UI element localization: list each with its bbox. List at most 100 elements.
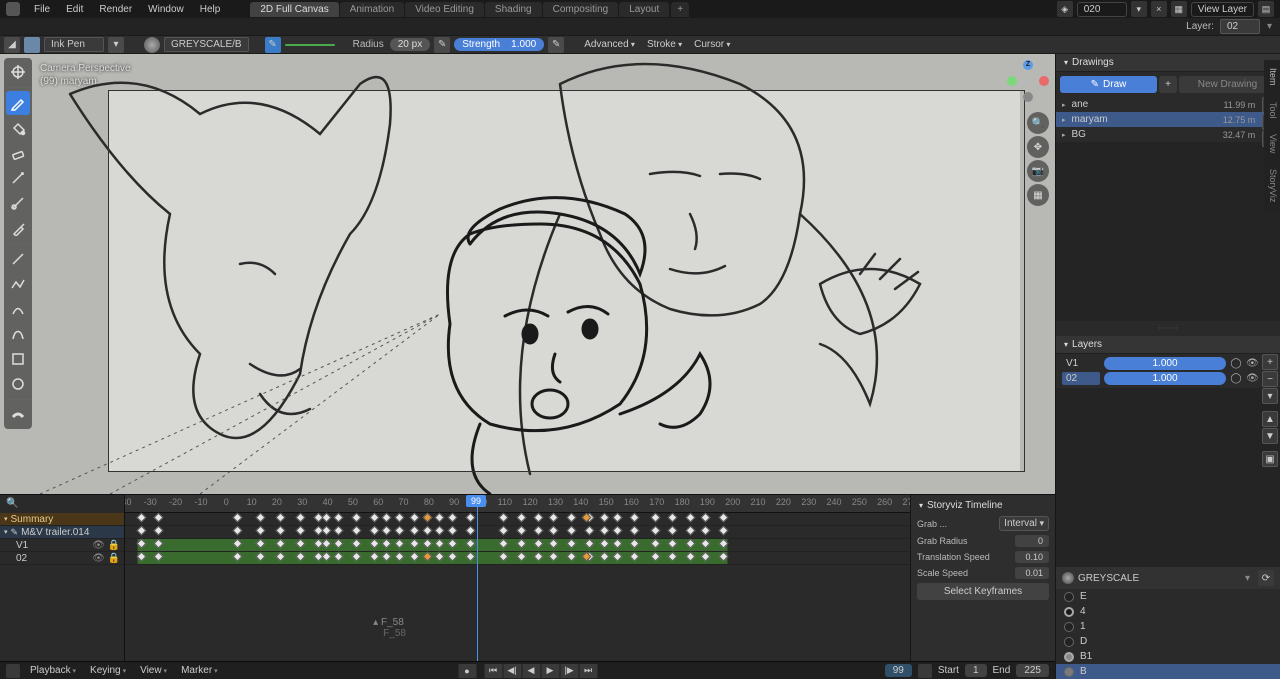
strength-slider[interactable]: Strength1.000 [454, 38, 544, 51]
layer-up-icon[interactable]: ▲ [1262, 411, 1278, 427]
viewport-3d[interactable]: Camera Perspective (99) maryam [0, 54, 1055, 494]
keyframe[interactable] [136, 513, 146, 523]
keyframe[interactable] [567, 526, 577, 536]
keyframe[interactable] [668, 513, 678, 523]
timeline-tracks-area[interactable]: -40-30-20-100102030405060708090100110120… [125, 495, 910, 661]
material-ball-icon[interactable] [144, 37, 160, 53]
keyframe[interactable] [719, 526, 729, 536]
camera-view-icon[interactable]: 📷 [1027, 160, 1049, 182]
keyframe[interactable] [351, 539, 361, 549]
arc-tool[interactable] [6, 297, 30, 321]
draw-tool[interactable] [6, 91, 30, 115]
keyframe[interactable] [448, 513, 458, 523]
keyframe[interactable] [382, 552, 392, 562]
storyviz-header[interactable]: Storyviz Timeline [913, 497, 1053, 514]
keyframe[interactable] [465, 552, 475, 562]
material-select-row[interactable]: GREYSCALE ▾ ⟳ [1056, 567, 1280, 589]
keyframe[interactable] [567, 513, 577, 523]
keyframe[interactable] [136, 539, 146, 549]
cursor-dropdown[interactable]: Cursor [690, 38, 734, 51]
view-layer-field[interactable]: View Layer [1191, 2, 1254, 17]
keyframe[interactable] [600, 552, 610, 562]
keyframe[interactable] [668, 552, 678, 562]
material-E[interactable]: E [1056, 589, 1280, 604]
keyframe[interactable] [498, 526, 508, 536]
scene-delete-icon[interactable]: × [1151, 1, 1167, 17]
keyframe[interactable] [255, 526, 265, 536]
keyframe[interactable] [630, 552, 640, 562]
playhead[interactable]: 99 [477, 495, 478, 661]
cursor-tool[interactable] [6, 60, 30, 84]
keyframe[interactable] [275, 552, 285, 562]
keyframe[interactable] [549, 526, 559, 536]
keyframe[interactable] [154, 526, 164, 536]
playback-menu[interactable]: Playback [26, 664, 80, 677]
view-menu[interactable]: View [136, 664, 171, 677]
drawing-item-ane[interactable]: ▸ane11.99 m👁 [1056, 97, 1280, 112]
keyframe[interactable] [701, 539, 711, 549]
keyframe[interactable] [351, 513, 361, 523]
keyframe[interactable] [612, 513, 622, 523]
box-tool[interactable] [6, 347, 30, 371]
keyframe[interactable] [321, 552, 331, 562]
interval-select[interactable]: Interval ▾ [999, 516, 1049, 531]
material-B1[interactable]: B1 [1056, 649, 1280, 664]
keyframe[interactable] [600, 539, 610, 549]
workspace-tab-layout[interactable]: Layout [619, 2, 669, 17]
keyframe[interactable] [465, 539, 475, 549]
jump-end-button[interactable]: ⏭ [579, 664, 597, 678]
keyframe[interactable] [410, 513, 420, 523]
keyframe[interactable] [382, 513, 392, 523]
keyframe[interactable] [369, 552, 379, 562]
keyframe[interactable] [686, 539, 696, 549]
prev-keyframe-button[interactable]: ◀| [503, 664, 521, 678]
keyframe[interactable] [612, 539, 622, 549]
keyframe[interactable] [668, 526, 678, 536]
color-swatch[interactable] [285, 44, 335, 46]
keyframe[interactable] [719, 552, 729, 562]
layers-panel-header[interactable]: Layers [1056, 336, 1280, 354]
add-drawing-button[interactable]: + [1159, 76, 1177, 93]
keyframe[interactable] [650, 552, 660, 562]
menu-render[interactable]: Render [91, 2, 140, 17]
axis-y-icon[interactable] [1007, 76, 1017, 86]
keyframe[interactable] [719, 539, 729, 549]
keyframe[interactable] [232, 539, 242, 549]
keyframe[interactable] [534, 552, 544, 562]
drawings-panel-header[interactable]: Drawings [1056, 54, 1280, 72]
workspace-tab-compositing[interactable]: Compositing [543, 2, 619, 17]
menu-edit[interactable]: Edit [58, 2, 91, 17]
keyframe[interactable] [650, 526, 660, 536]
keyframe[interactable] [296, 539, 306, 549]
keying-menu[interactable]: Keying [86, 664, 130, 677]
cutter-tool[interactable] [6, 191, 30, 215]
keyframe[interactable] [394, 526, 404, 536]
play-reverse-button[interactable]: ◀ [522, 664, 540, 678]
keyframe[interactable] [369, 539, 379, 549]
new-drawing-button[interactable]: New Drawing [1179, 76, 1276, 93]
keyframe[interactable] [448, 539, 458, 549]
keyframe[interactable] [334, 539, 344, 549]
keyframe[interactable] [612, 552, 622, 562]
circle-tool[interactable] [6, 372, 30, 396]
viewlayer-delete-icon[interactable]: ▤ [1258, 1, 1274, 17]
keyframe[interactable] [498, 552, 508, 562]
object-row[interactable]: ▾✎ M&V trailer.014 [0, 526, 124, 539]
eyedropper-tool[interactable] [6, 216, 30, 240]
viewlayer-icon[interactable]: ▦ [1171, 1, 1187, 17]
axis-z-icon[interactable]: Z [1023, 60, 1033, 70]
workspace-tab-2d-full-canvas[interactable]: 2D Full Canvas [250, 2, 338, 17]
interpolate-tool[interactable] [6, 403, 30, 427]
layer-row-V1[interactable]: V11.000◯👁🔒 [1060, 356, 1276, 371]
summary-row[interactable]: ▾Summary [0, 513, 124, 526]
keyframe[interactable] [650, 513, 660, 523]
layer-select[interactable]: 02 [1220, 19, 1260, 34]
keyframe[interactable] [584, 539, 594, 549]
keyframe[interactable] [255, 539, 265, 549]
material-name-field[interactable]: GREYSCALE/B [164, 37, 249, 52]
frame-marker[interactable]: ▴ F_58 F_58 [373, 617, 406, 639]
tab-storyviz[interactable]: StoryViz [1264, 161, 1280, 210]
drawing-item-BG[interactable]: ▸BG32.47 m👁 [1056, 127, 1280, 142]
keyframe[interactable] [719, 513, 729, 523]
keyframe[interactable] [435, 552, 445, 562]
